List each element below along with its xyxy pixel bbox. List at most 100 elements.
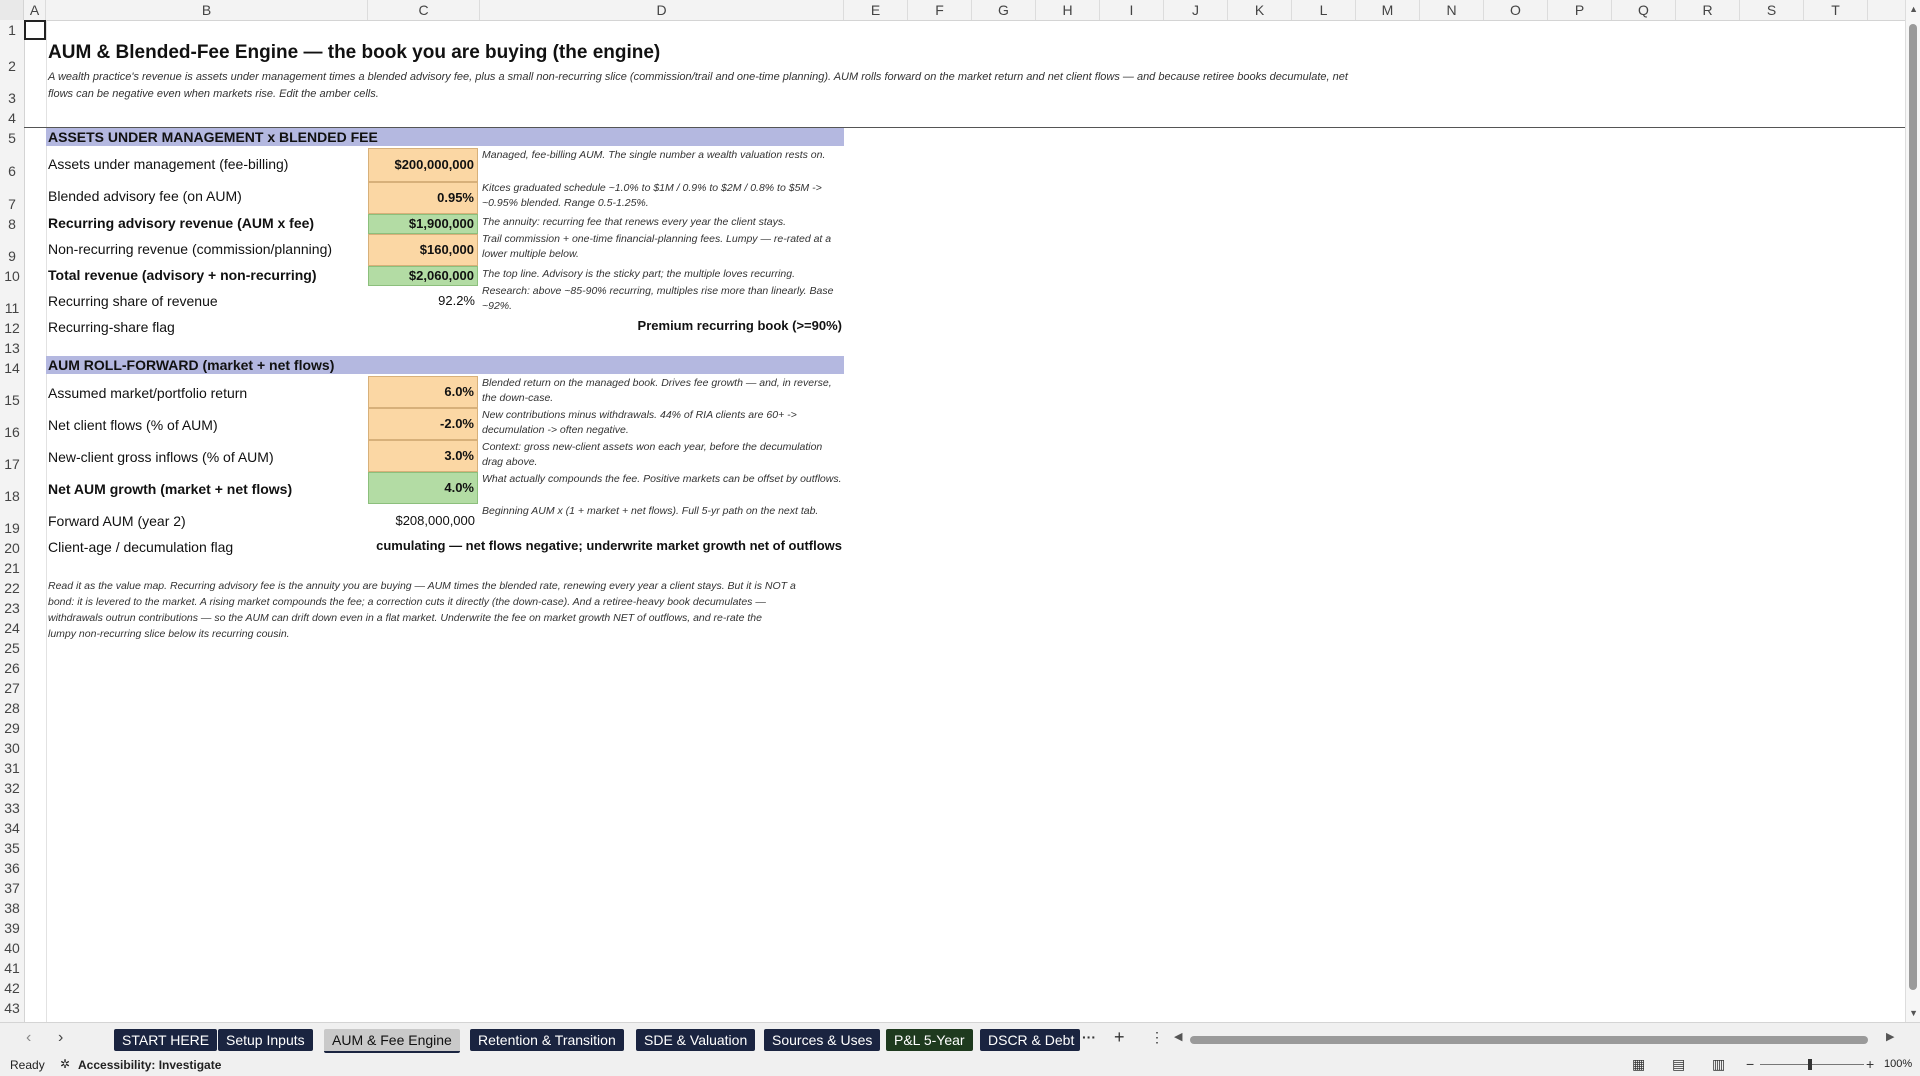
more-tabs-icon[interactable]: ···: [1082, 1029, 1096, 1045]
zoom-in-icon[interactable]: +: [1866, 1056, 1874, 1072]
page-break-view-icon[interactable]: ▥: [1712, 1056, 1725, 1073]
row-header[interactable]: 26: [0, 658, 24, 678]
hscroll-left-icon[interactable]: ◀: [1174, 1030, 1182, 1043]
row-header[interactable]: 6: [0, 148, 24, 182]
row-header[interactable]: 18: [0, 474, 24, 506]
column-header-o[interactable]: O: [1484, 0, 1548, 20]
column-header-j[interactable]: J: [1164, 0, 1228, 20]
add-sheet-icon[interactable]: +: [1114, 1027, 1125, 1048]
tab-pl-5-year[interactable]: P&L 5-Year: [886, 1029, 973, 1051]
column-header-f[interactable]: F: [908, 0, 972, 20]
row-header[interactable]: 32: [0, 778, 24, 798]
hscroll-right-icon[interactable]: ▶: [1886, 1030, 1894, 1043]
row-header[interactable]: 35: [0, 838, 24, 858]
zoom-level[interactable]: 100%: [1884, 1058, 1912, 1070]
row-header[interactable]: 28: [0, 698, 24, 718]
input-market-return[interactable]: 6.0%: [368, 376, 478, 408]
tab-start-here[interactable]: START HERE: [114, 1029, 218, 1051]
row-header[interactable]: 10: [0, 266, 24, 286]
tab-aum-fee-engine[interactable]: AUM & Fee Engine: [324, 1029, 460, 1053]
horizontal-scroll-thumb[interactable]: [1190, 1036, 1868, 1044]
column-header-t[interactable]: T: [1804, 0, 1868, 20]
row-header[interactable]: 38: [0, 898, 24, 918]
tab-scroll-right-icon[interactable]: ›: [58, 1029, 63, 1047]
column-header-b[interactable]: B: [46, 0, 368, 20]
zoom-slider[interactable]: [1760, 1064, 1864, 1065]
row-header[interactable]: 23: [0, 598, 24, 618]
column-header-s[interactable]: S: [1740, 0, 1804, 20]
column-header-m[interactable]: M: [1356, 0, 1420, 20]
row-header[interactable]: 39: [0, 918, 24, 938]
row-header[interactable]: 20: [0, 538, 24, 558]
calc-forward-aum[interactable]: $208,000,000: [368, 504, 478, 536]
row-header[interactable]: 21: [0, 558, 24, 578]
scroll-down-icon[interactable]: ▼: [1909, 1008, 1918, 1018]
calc-recurring-share[interactable]: 92.2%: [368, 292, 478, 312]
column-header-p[interactable]: P: [1548, 0, 1612, 20]
input-aum[interactable]: $200,000,000: [368, 148, 478, 182]
accessibility-status[interactable]: Accessibility: Investigate: [78, 1058, 221, 1072]
zoom-out-icon[interactable]: −: [1746, 1056, 1754, 1072]
column-header-h[interactable]: H: [1036, 0, 1100, 20]
page-layout-view-icon[interactable]: ▤: [1672, 1056, 1685, 1073]
normal-view-icon[interactable]: ▦: [1632, 1056, 1645, 1073]
tab-scroll-left-icon[interactable]: ‹: [26, 1029, 31, 1047]
accessibility-icon[interactable]: ✲: [60, 1057, 70, 1071]
column-header-k[interactable]: K: [1228, 0, 1292, 20]
column-header-n[interactable]: N: [1420, 0, 1484, 20]
row-header[interactable]: 12: [0, 318, 24, 338]
row-header[interactable]: 1: [0, 20, 24, 40]
calc-net-aum-growth[interactable]: 4.0%: [368, 472, 478, 504]
selected-cell-a1[interactable]: [24, 20, 46, 40]
input-net-flows[interactable]: -2.0%: [368, 408, 478, 440]
column-header-i[interactable]: I: [1100, 0, 1164, 20]
row-header[interactable]: 2: [0, 40, 24, 76]
row-header[interactable]: 15: [0, 378, 24, 410]
select-all-corner[interactable]: [0, 0, 24, 20]
row-header[interactable]: 37: [0, 878, 24, 898]
column-header-c[interactable]: C: [368, 0, 480, 20]
row-header[interactable]: 24: [0, 618, 24, 638]
tab-dscr-debt[interactable]: DSCR & Debt: [980, 1029, 1080, 1051]
scroll-up-icon[interactable]: ▲: [1909, 4, 1918, 14]
column-header-l[interactable]: L: [1292, 0, 1356, 20]
row-header[interactable]: 31: [0, 758, 24, 778]
vertical-scrollbar[interactable]: ▲ ▼: [1905, 0, 1920, 1022]
row-header[interactable]: 3: [0, 76, 24, 108]
row-header[interactable]: 29: [0, 718, 24, 738]
row-header[interactable]: 7: [0, 182, 24, 214]
tab-retention-transition[interactable]: Retention & Transition: [470, 1029, 624, 1051]
row-header[interactable]: 13: [0, 338, 24, 358]
row-header[interactable]: 19: [0, 506, 24, 538]
input-nonrecurring-revenue[interactable]: $160,000: [368, 234, 478, 266]
row-header[interactable]: 30: [0, 738, 24, 758]
options-icon[interactable]: ⋮: [1150, 1029, 1164, 1046]
column-header-g[interactable]: G: [972, 0, 1036, 20]
row-header[interactable]: 41: [0, 958, 24, 978]
row-header[interactable]: 42: [0, 978, 24, 998]
column-header-e[interactable]: E: [844, 0, 908, 20]
row-header[interactable]: 33: [0, 798, 24, 818]
column-header-q[interactable]: Q: [1612, 0, 1676, 20]
row-header[interactable]: 40: [0, 938, 24, 958]
row-header[interactable]: 22: [0, 578, 24, 598]
calc-recurring-revenue[interactable]: $1,900,000: [368, 214, 478, 234]
row-header[interactable]: 36: [0, 858, 24, 878]
row-header[interactable]: 16: [0, 410, 24, 442]
decumulation-flag-value[interactable]: cumulating — net flows negative; underwr…: [368, 538, 842, 553]
row-header[interactable]: 8: [0, 214, 24, 234]
row-header[interactable]: 43: [0, 998, 24, 1018]
zoom-slider-thumb[interactable]: [1808, 1059, 1812, 1070]
row-header[interactable]: 11: [0, 286, 24, 318]
row-header[interactable]: 17: [0, 442, 24, 474]
tab-setup-inputs[interactable]: Setup Inputs: [218, 1029, 313, 1051]
row-header[interactable]: 27: [0, 678, 24, 698]
row-header[interactable]: 34: [0, 818, 24, 838]
calc-total-revenue[interactable]: $2,060,000: [368, 266, 478, 286]
column-header-r[interactable]: R: [1676, 0, 1740, 20]
column-header-a[interactable]: A: [24, 0, 46, 20]
vertical-scroll-thumb[interactable]: [1909, 24, 1917, 990]
tab-sde-valuation[interactable]: SDE & Valuation: [636, 1029, 756, 1051]
row-header[interactable]: 14: [0, 358, 24, 378]
row-header[interactable]: 5: [0, 128, 24, 148]
